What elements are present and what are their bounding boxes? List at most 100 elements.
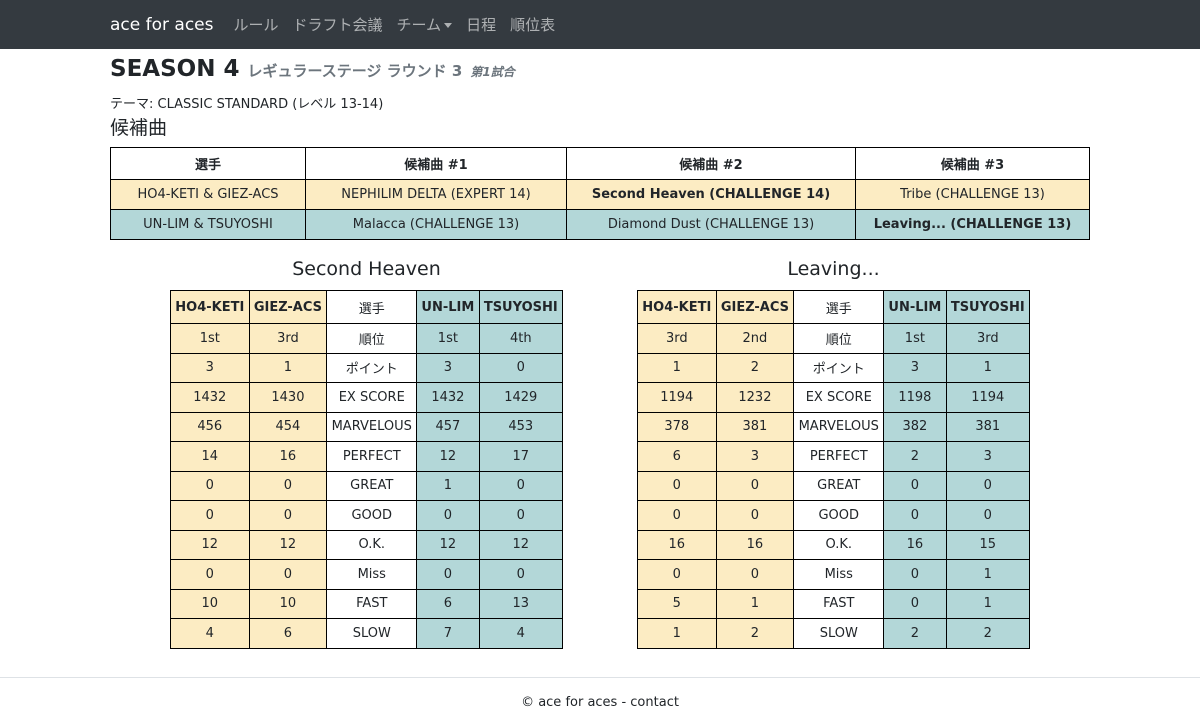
nav-standings[interactable]: 順位表 [510,14,555,35]
table-row: 0 0 GOOD 0 0 [170,500,564,531]
table-cell: 382 [883,411,947,442]
row-label: FAST [793,588,885,619]
table-header: UN-LIM [416,290,480,324]
table-cell: 0 [715,470,795,501]
result-title: Leaving... [787,258,880,280]
table-cell: 457 [416,411,480,442]
table-cell: 0 [248,559,328,590]
table-cell: HO4-KETI & GIEZ-ACS [110,179,306,210]
table-row: 3rd 2nd 順位 1st 3rd [637,323,1031,354]
theme-text: テーマ: CLASSIC STANDARD (レベル 13-14) [110,97,384,112]
table-header: 選手 [110,147,306,180]
table-cell: 0 [945,500,1031,531]
table-row: 456 454 MARVELOUS 457 453 [170,411,564,442]
result-table: HO4-KETI GIEZ-ACS 選手 UN-LIM TSUYOSHI 1st 3rd 順位… [170,290,564,649]
table-header: TSUYOSHI [945,290,1031,324]
table-header: HO4-KETI [637,290,717,324]
table-cell: 14 [170,441,250,472]
table-cell: 4th [478,323,564,354]
nav-schedule[interactable]: 日程 [466,14,496,35]
nav-team-label: チーム [396,16,442,34]
table-header: 候補曲 #1 [305,147,567,180]
table-cell: 2 [883,618,947,649]
table-cell: 1232 [715,382,795,413]
table-cell: 0 [883,588,947,619]
row-label: ポイント [793,352,885,383]
table-cell: 0 [478,500,564,531]
table-cell: 12 [248,529,328,560]
row-label: O.K. [326,529,418,560]
table-row: 0 0 Miss 0 1 [637,559,1031,590]
table-cell: 1 [945,559,1031,590]
page-title: SEASON 4 レギュラーステージ ラウンド 3 第1試合 [110,56,1090,88]
table-header: 選手 [326,290,418,324]
table-cell: 3rd [637,323,717,354]
table-header: TSUYOSHI [478,290,564,324]
table-cell-selected: Leaving... (CHALLENGE 13) [855,209,1090,240]
nav-draft[interactable]: ドラフト会議 [293,14,383,35]
main-content: SEASON 4 レギュラーステージ ラウンド 3 第1試合 テーマ: CLAS… [110,56,1090,240]
row-label: PERFECT [326,441,418,472]
table-row: 0 0 Miss 0 0 [170,559,564,590]
table-cell: 6 [416,588,480,619]
table-cell: 0 [478,470,564,501]
table-cell: 1 [416,470,480,501]
table-cell: 0 [637,500,717,531]
table-row: 16 16 O.K. 16 15 [637,529,1031,560]
table-row: 10 10 FAST 6 13 [170,588,564,619]
row-label: SLOW [793,618,885,649]
table-cell: 0 [416,500,480,531]
table-row: 1 2 ポイント 3 1 [637,352,1031,383]
table-header-row: HO4-KETI GIEZ-ACS 選手 UN-LIM TSUYOSHI [170,290,564,324]
table-row: 1432 1430 EX SCORE 1432 1429 [170,382,564,413]
table-header: 候補曲 #2 [566,147,856,180]
row-label: GOOD [326,500,418,531]
table-header: GIEZ-ACS [715,290,795,324]
nav-rules[interactable]: ルール [234,14,279,35]
round-title: レギュラーステージ ラウンド 3 [247,62,463,80]
table-cell: NEPHILIM DELTA (EXPERT 14) [305,179,567,210]
table-header: GIEZ-ACS [248,290,328,324]
table-cell: 12 [416,441,480,472]
row-label: ポイント [326,352,418,383]
season-title: SEASON 4 [110,56,240,82]
nav-team-dropdown[interactable]: チーム [397,14,453,35]
table-cell: 5 [637,588,717,619]
table-cell: 1429 [478,382,564,413]
row-label: EX SCORE [793,382,885,413]
row-label: GREAT [793,470,885,501]
table-cell: 381 [715,411,795,442]
table-cell: 13 [478,588,564,619]
table-header-row: HO4-KETI GIEZ-ACS 選手 UN-LIM TSUYOSHI [637,290,1031,324]
brand-link[interactable]: ace for aces [110,15,214,35]
table-cell: 2nd [715,323,795,354]
table-cell: 0 [883,470,947,501]
table-row: 0 0 GREAT 0 0 [637,470,1031,501]
table-cell: 381 [945,411,1031,442]
table-cell: 3 [715,441,795,472]
row-label: MARVELOUS [326,411,418,442]
table-header: HO4-KETI [170,290,250,324]
table-cell: 0 [637,559,717,590]
table-cell: 3rd [945,323,1031,354]
table-cell: 16 [248,441,328,472]
table-cell: 2 [945,618,1031,649]
table-row: 5 1 FAST 0 1 [637,588,1031,619]
table-row: 1 2 SLOW 2 2 [637,618,1031,649]
table-cell: 16 [637,529,717,560]
table-row: 1194 1232 EX SCORE 1198 1194 [637,382,1031,413]
table-cell: 16 [883,529,947,560]
table-cell: 0 [715,559,795,590]
table-cell: 6 [637,441,717,472]
table-cell: 12 [478,529,564,560]
table-cell: 0 [478,559,564,590]
table-cell: 2 [883,441,947,472]
row-label: Miss [793,559,885,590]
table-cell: 378 [637,411,717,442]
table-cell: 0 [170,559,250,590]
row-label: 順位 [326,323,418,354]
row-label: EX SCORE [326,382,418,413]
table-cell: 0 [170,470,250,501]
table-cell: 12 [416,529,480,560]
table-cell: 10 [248,588,328,619]
